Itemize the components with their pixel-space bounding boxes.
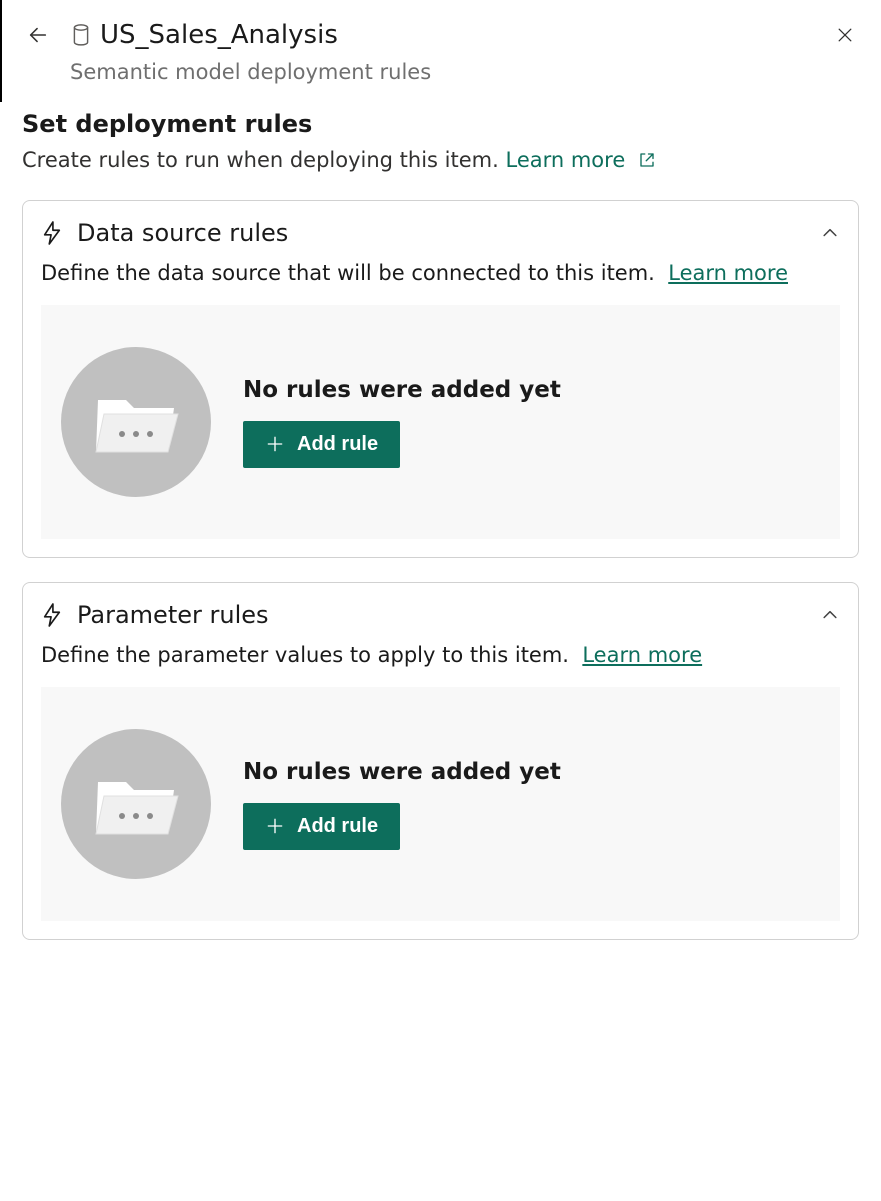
empty-state: No rules were added yet Add rule [41,687,840,921]
external-link-icon [638,151,656,169]
card-description: Define the data source that will be conn… [41,261,840,285]
section-description: Create rules to run when deploying this … [22,148,859,172]
close-button[interactable] [831,21,859,49]
collapse-button[interactable] [820,605,840,625]
empty-folder-icon [61,729,211,879]
semantic-model-icon [72,24,90,46]
learn-more-link[interactable]: Learn more [582,643,702,667]
empty-message: No rules were added yet [243,759,561,785]
add-rule-button[interactable]: Add rule [243,803,400,850]
empty-folder-icon [61,347,211,497]
panel-subtitle: Semantic model deployment rules [2,54,881,102]
plus-icon [265,434,285,454]
model-title: US_Sales_Analysis [100,20,338,50]
chevron-up-icon [820,223,840,243]
close-icon [835,25,855,45]
data-source-rules-card: Data source rules Define the data source… [22,200,859,558]
learn-more-link[interactable]: Learn more [505,148,655,172]
empty-message: No rules were added yet [243,377,561,403]
section-title: Set deployment rules [22,110,859,138]
chevron-up-icon [820,605,840,625]
collapse-button[interactable] [820,223,840,243]
card-title: Parameter rules [77,601,269,629]
parameter-rules-card: Parameter rules Define the parameter val… [22,582,859,940]
lightning-icon [41,602,63,628]
card-title: Data source rules [77,219,288,247]
plus-icon [265,816,285,836]
learn-more-link[interactable]: Learn more [668,261,788,285]
card-description: Define the parameter values to apply to … [41,643,840,667]
arrow-left-icon [27,24,49,46]
empty-state: No rules were added yet Add rule [41,305,840,539]
back-button[interactable] [24,21,52,49]
lightning-icon [41,220,63,246]
add-rule-button[interactable]: Add rule [243,421,400,468]
